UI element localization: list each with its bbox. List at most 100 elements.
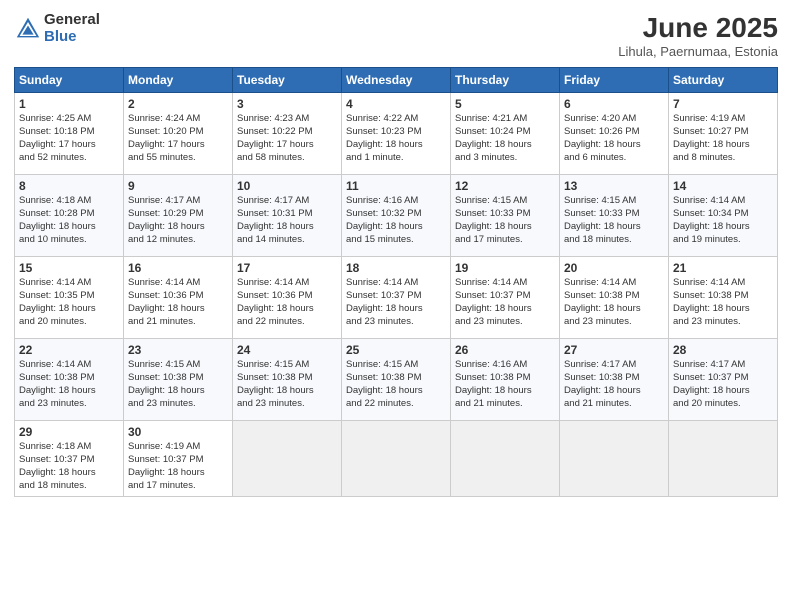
day-info: and 23 minutes. (455, 316, 555, 329)
table-row: 13Sunrise: 4:15 AMSunset: 10:33 PMDaylig… (560, 175, 669, 257)
table-row: 17Sunrise: 4:14 AMSunset: 10:36 PMDaylig… (233, 257, 342, 339)
logo-icon (14, 15, 42, 43)
day-number: 26 (455, 342, 555, 358)
day-info: Sunrise: 4:23 AM (237, 113, 337, 126)
page: General Blue June 2025 Lihula, Paernumaa… (0, 0, 792, 612)
day-info: Sunset: 10:38 PM (346, 372, 446, 385)
title-block: June 2025 Lihula, Paernumaa, Estonia (618, 12, 778, 59)
day-number: 19 (455, 260, 555, 276)
day-number: 1 (19, 96, 119, 112)
day-info: Sunset: 10:32 PM (346, 208, 446, 221)
table-row: 29Sunrise: 4:18 AMSunset: 10:37 PMDaylig… (15, 421, 124, 497)
day-info: and 19 minutes. (673, 234, 773, 247)
day-info: and 3 minutes. (455, 152, 555, 165)
day-info: Sunrise: 4:14 AM (673, 277, 773, 290)
day-info: Sunset: 10:38 PM (128, 372, 228, 385)
table-row: 10Sunrise: 4:17 AMSunset: 10:31 PMDaylig… (233, 175, 342, 257)
day-info: and 55 minutes. (128, 152, 228, 165)
day-info: Daylight: 18 hours (564, 385, 664, 398)
day-number: 24 (237, 342, 337, 358)
calendar-table: Sunday Monday Tuesday Wednesday Thursday… (14, 67, 778, 497)
logo-blue-text: Blue (44, 29, 100, 46)
day-number: 11 (346, 178, 446, 194)
day-info: and 52 minutes. (19, 152, 119, 165)
day-info: Sunset: 10:37 PM (455, 290, 555, 303)
table-row: 4Sunrise: 4:22 AMSunset: 10:23 PMDayligh… (342, 93, 451, 175)
day-info: Sunrise: 4:15 AM (455, 195, 555, 208)
col-friday: Friday (560, 68, 669, 93)
day-info: Daylight: 18 hours (673, 385, 773, 398)
table-row (233, 421, 342, 497)
day-info: Sunrise: 4:17 AM (128, 195, 228, 208)
day-info: Daylight: 18 hours (564, 303, 664, 316)
table-row (669, 421, 778, 497)
day-number: 15 (19, 260, 119, 276)
logo: General Blue (14, 12, 100, 45)
day-info: and 23 minutes. (564, 316, 664, 329)
table-row: 27Sunrise: 4:17 AMSunset: 10:38 PMDaylig… (560, 339, 669, 421)
day-number: 6 (564, 96, 664, 112)
day-info: and 15 minutes. (346, 234, 446, 247)
table-row (342, 421, 451, 497)
day-info: Daylight: 18 hours (346, 303, 446, 316)
day-info: Daylight: 18 hours (237, 221, 337, 234)
col-sunday: Sunday (15, 68, 124, 93)
day-info: Sunset: 10:38 PM (237, 372, 337, 385)
day-number: 3 (237, 96, 337, 112)
day-info: and 58 minutes. (237, 152, 337, 165)
table-row: 28Sunrise: 4:17 AMSunset: 10:37 PMDaylig… (669, 339, 778, 421)
day-info: Sunset: 10:33 PM (564, 208, 664, 221)
day-info: Daylight: 18 hours (128, 385, 228, 398)
logo-text: General Blue (44, 12, 100, 45)
day-info: Daylight: 18 hours (346, 139, 446, 152)
table-row: 5Sunrise: 4:21 AMSunset: 10:24 PMDayligh… (451, 93, 560, 175)
day-info: Sunset: 10:38 PM (455, 372, 555, 385)
day-info: Sunrise: 4:14 AM (19, 359, 119, 372)
day-info: Daylight: 18 hours (455, 303, 555, 316)
day-info: Daylight: 18 hours (673, 139, 773, 152)
day-info: Sunrise: 4:18 AM (19, 441, 119, 454)
day-number: 20 (564, 260, 664, 276)
day-info: Sunset: 10:23 PM (346, 126, 446, 139)
day-info: Sunset: 10:37 PM (128, 454, 228, 467)
day-info: Sunset: 10:37 PM (346, 290, 446, 303)
day-info: Sunrise: 4:15 AM (564, 195, 664, 208)
day-info: and 21 minutes. (455, 398, 555, 411)
day-info: and 10 minutes. (19, 234, 119, 247)
table-row: 30Sunrise: 4:19 AMSunset: 10:37 PMDaylig… (124, 421, 233, 497)
table-row: 25Sunrise: 4:15 AMSunset: 10:38 PMDaylig… (342, 339, 451, 421)
table-row: 18Sunrise: 4:14 AMSunset: 10:37 PMDaylig… (342, 257, 451, 339)
day-info: and 1 minute. (346, 152, 446, 165)
day-info: and 17 minutes. (455, 234, 555, 247)
day-info: and 21 minutes. (128, 316, 228, 329)
day-number: 9 (128, 178, 228, 194)
day-info: Sunrise: 4:21 AM (455, 113, 555, 126)
day-info: Sunset: 10:18 PM (19, 126, 119, 139)
day-info: Sunrise: 4:15 AM (128, 359, 228, 372)
calendar-header-row: Sunday Monday Tuesday Wednesday Thursday… (15, 68, 778, 93)
day-info: and 22 minutes. (346, 398, 446, 411)
day-number: 8 (19, 178, 119, 194)
day-info: Sunrise: 4:14 AM (128, 277, 228, 290)
table-row: 12Sunrise: 4:15 AMSunset: 10:33 PMDaylig… (451, 175, 560, 257)
day-info: Daylight: 18 hours (237, 385, 337, 398)
day-info: Daylight: 18 hours (128, 303, 228, 316)
day-info: Sunrise: 4:24 AM (128, 113, 228, 126)
day-info: Sunrise: 4:14 AM (19, 277, 119, 290)
day-info: and 23 minutes. (346, 316, 446, 329)
day-info: Sunset: 10:22 PM (237, 126, 337, 139)
day-info: and 6 minutes. (564, 152, 664, 165)
table-row: 22Sunrise: 4:14 AMSunset: 10:38 PMDaylig… (15, 339, 124, 421)
table-row (451, 421, 560, 497)
calendar-row: 1Sunrise: 4:25 AMSunset: 10:18 PMDayligh… (15, 93, 778, 175)
calendar-row: 22Sunrise: 4:14 AMSunset: 10:38 PMDaylig… (15, 339, 778, 421)
day-info: Daylight: 18 hours (346, 385, 446, 398)
table-row: 23Sunrise: 4:15 AMSunset: 10:38 PMDaylig… (124, 339, 233, 421)
day-info: and 23 minutes. (128, 398, 228, 411)
table-row: 14Sunrise: 4:14 AMSunset: 10:34 PMDaylig… (669, 175, 778, 257)
day-number: 2 (128, 96, 228, 112)
day-info: Sunset: 10:33 PM (455, 208, 555, 221)
day-info: Sunrise: 4:14 AM (346, 277, 446, 290)
day-number: 22 (19, 342, 119, 358)
day-number: 28 (673, 342, 773, 358)
